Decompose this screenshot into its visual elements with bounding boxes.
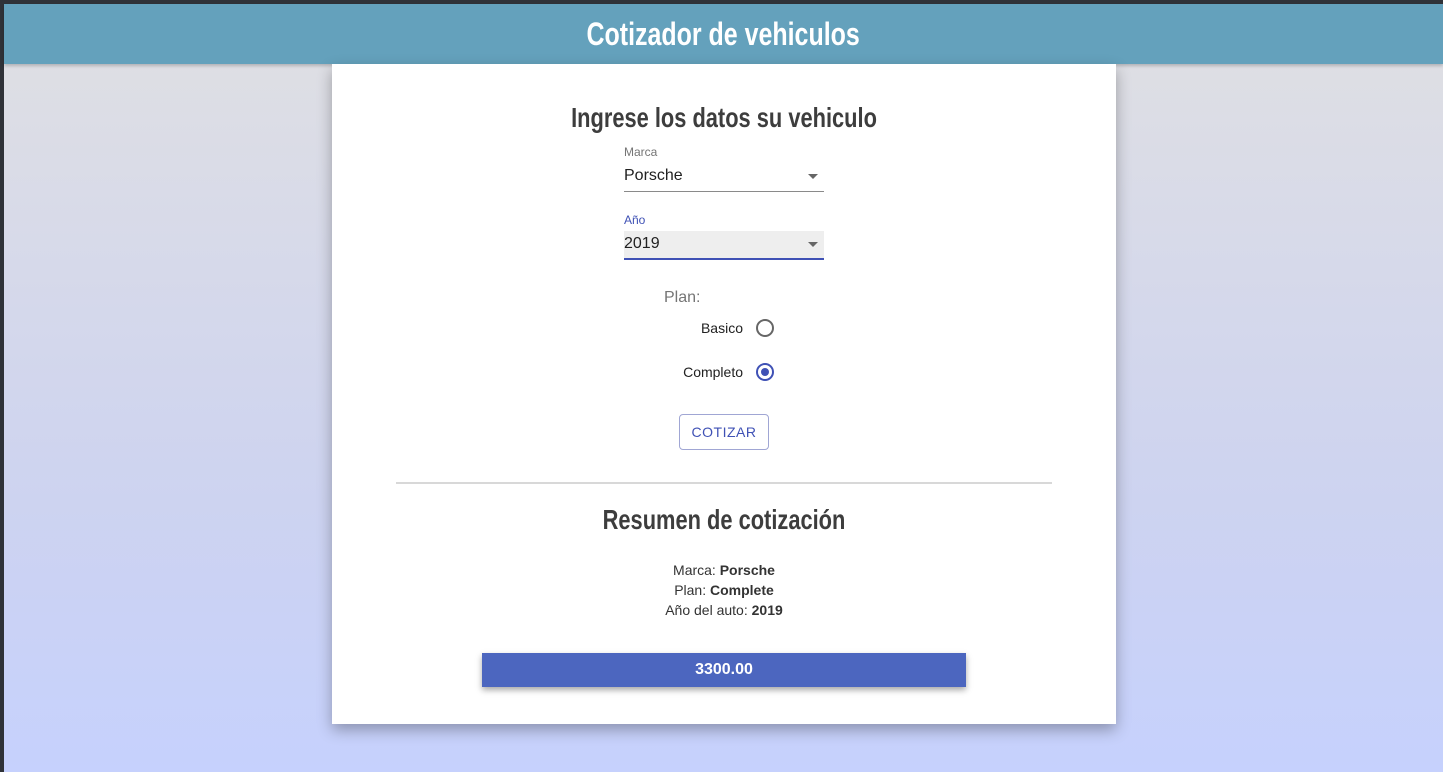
summary-plan-line: Plan: Complete [332, 580, 1116, 600]
summary-marca-line: Marca: Porsche [332, 560, 1116, 580]
quote-card: Ingrese los datos su vehiculo Marca Pors… [332, 64, 1116, 724]
anio-select[interactable]: 2019 [624, 231, 824, 260]
app-title: Cotizador de vehiculos [586, 15, 861, 52]
summary-details: Marca: Porsche Plan: Complete Año del au… [332, 560, 1116, 620]
summary-marca-value: Porsche [719, 562, 775, 578]
radio-unchecked-icon[interactable] [756, 319, 774, 337]
marca-value: Porsche [624, 167, 683, 184]
app-header: Cotizador de vehiculos [4, 4, 1443, 64]
anio-field: Año 2019 [624, 213, 824, 260]
summary-anio-line: Año del auto: 2019 [332, 600, 1116, 620]
window-left-edge [0, 0, 4, 772]
anio-value: 2019 [624, 235, 660, 252]
total-result: 3300.00 [482, 653, 966, 687]
plan-label: Plan: [664, 289, 701, 306]
anio-label: Año [624, 213, 646, 227]
marca-select[interactable]: Porsche [624, 163, 824, 192]
plan-option-basico[interactable]: Basico [632, 315, 774, 341]
plan-option-label: Completo [683, 364, 743, 380]
summary-plan-label: Plan: [674, 582, 707, 598]
plan-option-completo[interactable]: Completo [632, 359, 774, 385]
form-heading: Ingrese los datos su vehiculo [571, 102, 877, 133]
cotizar-button[interactable]: COTIZAR [679, 414, 769, 450]
marca-label: Marca [624, 145, 658, 159]
marca-field: Marca Porsche [624, 145, 824, 192]
summary-anio-label: Año del auto: [665, 602, 748, 618]
plan-option-label: Basico [700, 320, 743, 336]
summary-heading: Resumen de cotización [602, 504, 846, 535]
summary-plan-value: Complete [710, 582, 774, 598]
summary-marca-label: Marca: [673, 562, 716, 578]
summary-anio-value: 2019 [751, 602, 783, 618]
divider [396, 482, 1052, 484]
chevron-down-icon [808, 174, 818, 179]
radio-checked-icon[interactable] [756, 363, 774, 381]
chevron-down-icon [808, 242, 818, 247]
